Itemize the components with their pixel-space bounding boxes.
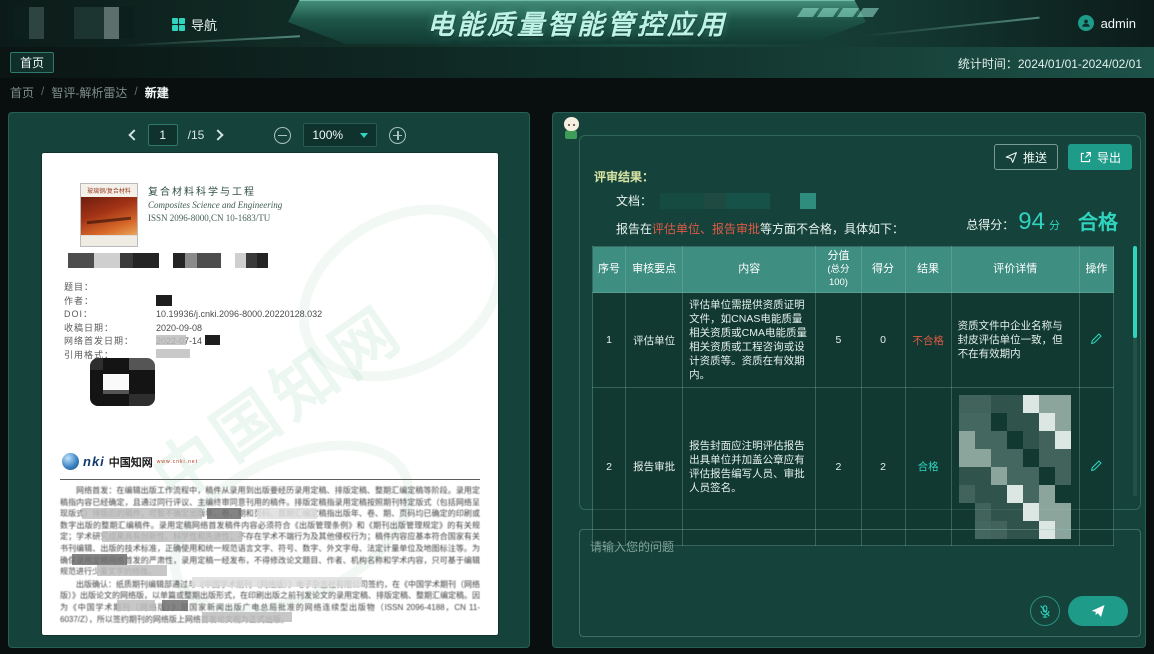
journal-title-cn: 复合材料科学与工程 bbox=[148, 186, 282, 199]
top-header: 导航 电能质量智能管控应用 admin bbox=[0, 0, 1154, 47]
mic-off-icon bbox=[1038, 604, 1052, 618]
redacted-author bbox=[156, 295, 172, 306]
redaction-patch bbox=[202, 612, 292, 622]
grid-icon bbox=[172, 18, 185, 31]
title-banner: 电能质量智能管控应用 bbox=[288, 0, 866, 44]
redaction-patch bbox=[257, 508, 317, 519]
export-icon bbox=[1079, 151, 1092, 164]
paper-plane-icon bbox=[1090, 603, 1106, 619]
result-fail: 不合格 bbox=[905, 293, 951, 388]
redaction-patch bbox=[156, 335, 186, 345]
redacted-evidence-image bbox=[959, 395, 1071, 539]
breadcrumb-module[interactable]: 智评-解析雷达 bbox=[51, 84, 127, 101]
journal-titles: 复合材料科学与工程 Composites Science and Enginee… bbox=[148, 186, 282, 225]
chat-input-box bbox=[579, 529, 1141, 637]
score-result: 合格 bbox=[1078, 206, 1118, 235]
redaction-patch bbox=[82, 508, 202, 519]
redaction-patch bbox=[97, 565, 167, 576]
redacted-doc-name bbox=[660, 193, 792, 209]
breadcrumb-current: 新建 bbox=[145, 84, 169, 101]
doc-label: 文档： bbox=[616, 192, 652, 209]
tab-home[interactable]: 首页 bbox=[10, 52, 54, 73]
journal-issn: ISSN 2096-8000,CN 10-1683/TU bbox=[148, 212, 282, 225]
breadcrumb-home[interactable]: 首页 bbox=[10, 84, 34, 101]
redacted-doc-tail bbox=[800, 193, 816, 209]
nav-menu-button[interactable]: 导航 bbox=[172, 15, 217, 34]
cnki-logo: nki 中国知网 www.cnki.net bbox=[62, 453, 198, 470]
redacted-title-bar bbox=[68, 253, 159, 268]
header-decoration-right bbox=[800, 8, 876, 17]
table-row: 1 评估单位 评估单位需提供资质证明文件，如CNAS电能质量相关资质或CMA电能… bbox=[593, 293, 1114, 388]
redacted-date bbox=[205, 335, 220, 345]
review-summary: 报告在评估单位、报告审批等方面不合格，具体如下： bbox=[616, 220, 904, 237]
journal-cover-image: 玻璃钢/复合材料 bbox=[80, 183, 138, 247]
review-result-card: 推送 导出 评审结果： 文档： 报告在评估单位、报告审批等方面不合格，具体如下：… bbox=[579, 135, 1141, 510]
user-avatar-icon bbox=[1078, 15, 1094, 31]
document-row: 文档： bbox=[616, 192, 816, 209]
user-menu[interactable]: admin bbox=[1078, 15, 1136, 31]
breadcrumb: 首页 / 智评-解析雷达 / 新建 bbox=[10, 84, 169, 101]
summary-fail-points: 评估单位、报告审批 bbox=[652, 222, 760, 236]
score-value: 94 bbox=[1018, 208, 1045, 236]
redaction-patch bbox=[192, 577, 362, 587]
header-line-left bbox=[120, 35, 300, 46]
prev-page-icon[interactable] bbox=[128, 129, 139, 140]
redacted-title-bar bbox=[235, 253, 268, 268]
export-button[interactable]: 导出 bbox=[1068, 144, 1132, 170]
document-meta: 题目： 作者： DOI：10.19936/j.cnki.2096-8000.20… bbox=[64, 281, 322, 362]
pdf-toolbar: /15 100% bbox=[9, 122, 529, 148]
redaction-patch bbox=[72, 554, 127, 565]
redacted-citation bbox=[156, 349, 190, 358]
review-panel: 推送 导出 评审结果： 文档： 报告在评估单位、报告审批等方面不合格，具体如下：… bbox=[552, 112, 1146, 648]
pdf-viewer-panel: /15 100% 中国知网 玻璃钢/复合材料 复合材料科学与工程 Composi… bbox=[8, 112, 530, 648]
scrollbar-thumb[interactable] bbox=[1133, 246, 1137, 338]
table-header-row: 序号 审核要点 内容 分值(总分100) 得分 结果 评价详情 操作 bbox=[593, 247, 1114, 293]
chevron-down-icon bbox=[360, 133, 368, 138]
table-row: 2 报告审批 报告封面应注明评估报告出具单位并加盖公章应有评估报告编写人员、审批… bbox=[593, 388, 1114, 546]
cnki-globe-icon bbox=[62, 453, 79, 470]
qr-center bbox=[103, 374, 129, 390]
microphone-button[interactable] bbox=[1030, 596, 1060, 626]
push-button[interactable]: 推送 bbox=[994, 144, 1058, 170]
app-logo bbox=[14, 7, 134, 39]
send-button[interactable] bbox=[1068, 596, 1128, 626]
pdf-document-page: 中国知网 玻璃钢/复合材料 复合材料科学与工程 Composites Scien… bbox=[42, 153, 498, 635]
redaction-patch bbox=[207, 508, 241, 519]
zoom-level-select[interactable]: 100% bbox=[303, 123, 377, 147]
edit-icon[interactable] bbox=[1090, 459, 1103, 475]
edit-icon[interactable] bbox=[1090, 332, 1103, 348]
redaction-patch bbox=[162, 600, 188, 611]
page-number-input[interactable] bbox=[148, 124, 178, 146]
page-total: /15 bbox=[188, 128, 205, 142]
send-icon bbox=[1005, 151, 1018, 164]
zoom-in-icon[interactable] bbox=[389, 127, 406, 144]
question-input[interactable] bbox=[590, 538, 1130, 594]
redacted-title-bar bbox=[173, 253, 221, 268]
result-pass: 合格 bbox=[905, 388, 951, 546]
username: admin bbox=[1101, 16, 1136, 31]
table-scrollbar[interactable] bbox=[1133, 246, 1137, 496]
assistant-avatar bbox=[561, 117, 581, 143]
journal-title-en: Composites Science and Engineering bbox=[148, 199, 282, 212]
review-result-label: 评审结果： bbox=[594, 168, 654, 185]
app-title: 电能质量智能管控应用 bbox=[427, 3, 727, 42]
sub-bar: 首页 统计时间：2024/01/01-2024/02/01 bbox=[0, 47, 1154, 78]
redaction-patch bbox=[117, 600, 155, 611]
redaction-patch bbox=[102, 531, 242, 542]
zoom-out-icon[interactable] bbox=[274, 127, 291, 144]
nav-label: 导航 bbox=[191, 15, 217, 34]
divider bbox=[60, 479, 480, 480]
total-score: 总得分： 94 分 合格 bbox=[966, 206, 1118, 236]
stat-time: 统计时间：2024/01/01-2024/02/01 bbox=[958, 55, 1142, 72]
next-page-icon[interactable] bbox=[213, 129, 224, 140]
review-table: 序号 审核要点 内容 分值(总分100) 得分 结果 评价详情 操作 1 评估单… bbox=[592, 246, 1114, 546]
header-line-right bbox=[860, 17, 1039, 38]
